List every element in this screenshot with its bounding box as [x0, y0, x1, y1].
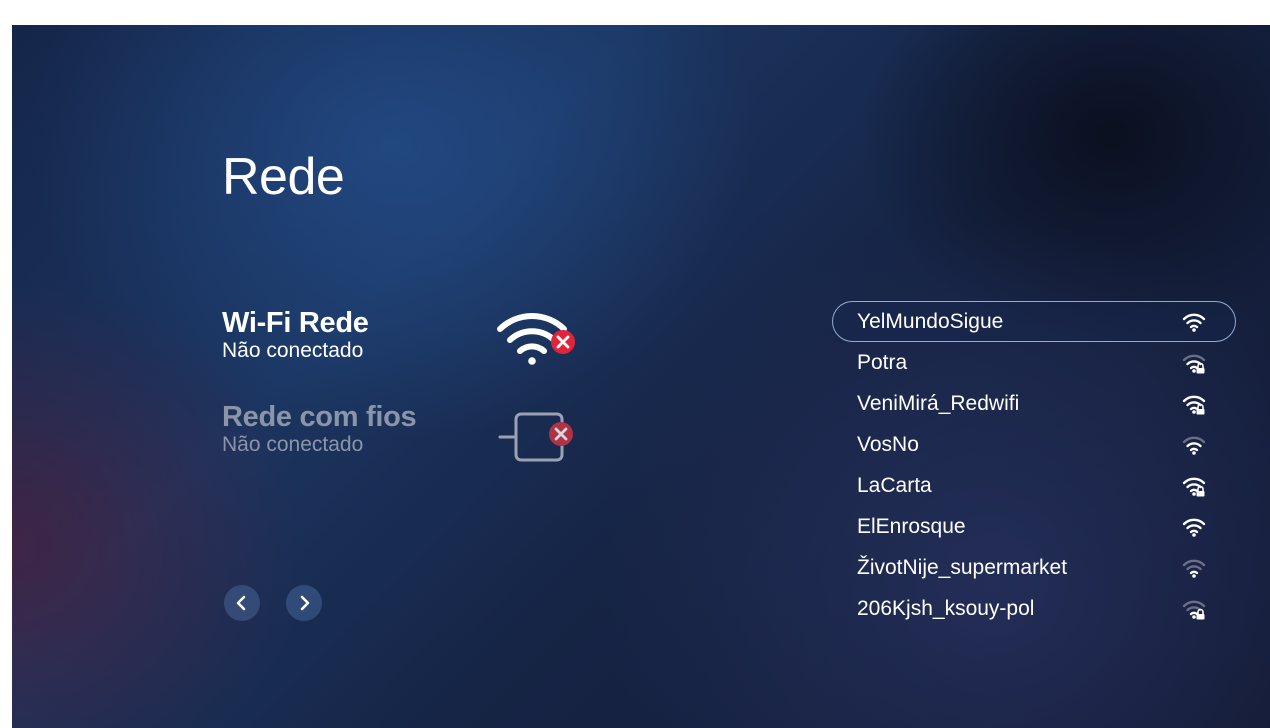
network-item[interactable]: ŽivotNije_supermarket — [832, 547, 1236, 588]
wifi-signal-icon — [1182, 518, 1206, 537]
wifi-signal-icon — [1182, 559, 1206, 578]
next-button[interactable] — [286, 585, 322, 621]
chevron-right-icon — [300, 595, 310, 611]
page-title: Rede — [222, 148, 345, 206]
network-item[interactable]: Potra — [832, 342, 1236, 383]
previous-button[interactable] — [224, 585, 260, 621]
tv-screen: Rede Wi-Fi Rede Não conectado Rede com f… — [12, 25, 1270, 728]
wifi-signal-icon — [1182, 313, 1206, 332]
network-name: 206Kjsh_ksouy-pol — [857, 596, 1035, 620]
wifi-disconnected-icon — [497, 313, 575, 365]
network-item[interactable]: VeniMirá_Redwifi — [832, 383, 1236, 424]
network-name: ElEnrosque — [857, 514, 966, 538]
network-name: Potra — [857, 350, 908, 374]
wifi-connection-status: Não conectado — [222, 339, 364, 362]
network-name: ŽivotNije_supermarket — [857, 555, 1068, 579]
network-name: LaCarta — [857, 473, 932, 497]
wired-connection-name: Rede com fios — [222, 401, 417, 433]
network-item[interactable]: ElEnrosque — [832, 506, 1236, 547]
network-item[interactable]: 206Kjsh_ksouy-pol — [832, 588, 1236, 629]
wifi-signal-locked-icon — [1182, 354, 1206, 373]
network-name: YelMundoSigue — [857, 309, 1004, 333]
network-item[interactable]: LaCarta — [832, 465, 1236, 506]
wired-connection-item[interactable]: Rede com fios Não conectado — [222, 401, 417, 457]
wifi-signal-locked-icon — [1182, 395, 1206, 414]
wifi-connection-name: Wi-Fi Rede — [222, 307, 369, 339]
wifi-network-list: YelMundoSigue Potra VeniMirá_Redwifi Vos… — [832, 301, 1236, 629]
chevron-left-icon — [236, 595, 246, 611]
wifi-signal-locked-icon — [1182, 600, 1206, 619]
wifi-signal-locked-icon — [1182, 477, 1206, 496]
ethernet-disconnected-icon — [498, 412, 573, 462]
wifi-signal-icon — [1182, 436, 1206, 455]
network-name: VosNo — [857, 432, 919, 456]
wifi-connection-item[interactable]: Wi-Fi Rede Não conectado — [222, 307, 369, 363]
network-item[interactable]: YelMundoSigue — [832, 301, 1236, 342]
network-name: VeniMirá_Redwifi — [857, 391, 1020, 415]
wired-connection-status: Não conectado — [222, 433, 364, 456]
network-item[interactable]: VosNo — [832, 424, 1236, 465]
